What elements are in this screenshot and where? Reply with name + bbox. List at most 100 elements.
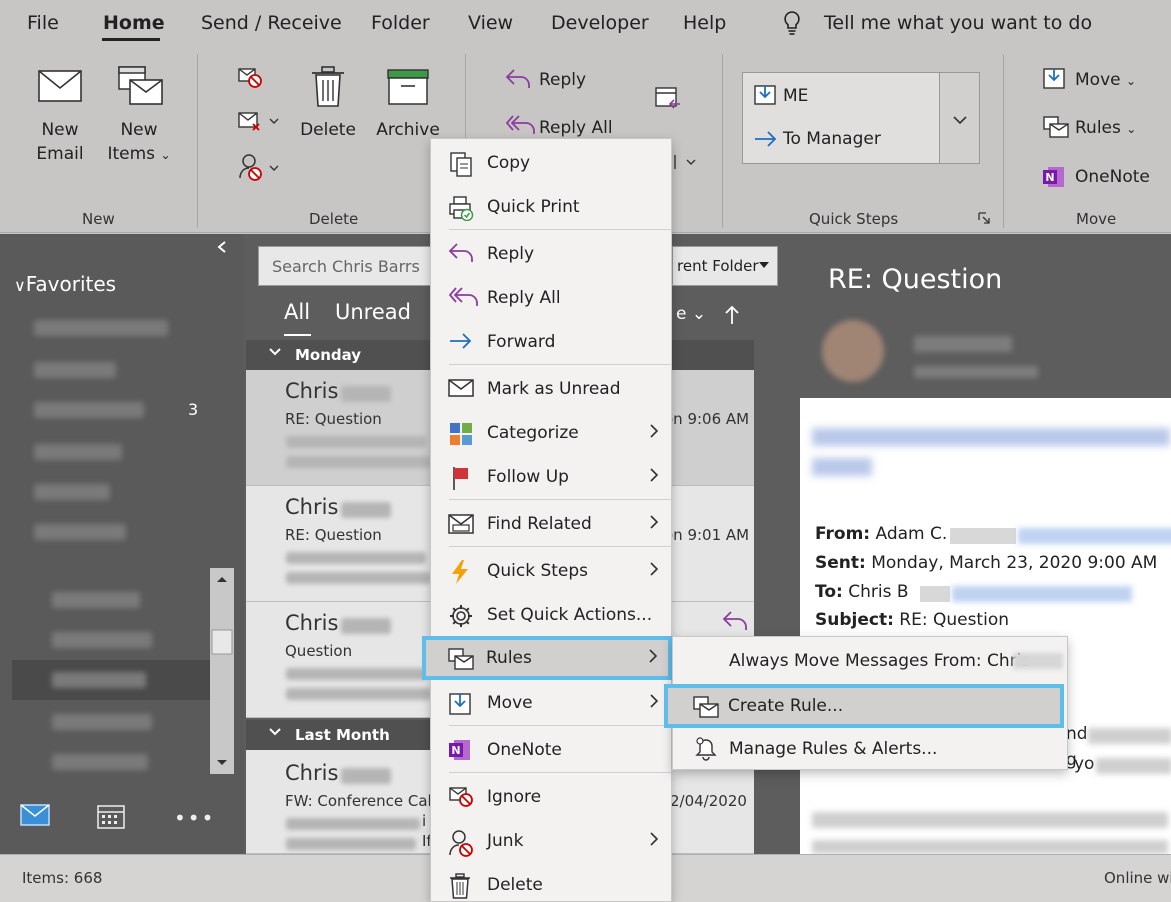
menu-item-categorize[interactable]: Categorize	[431, 411, 671, 455]
tab-help[interactable]: Help	[683, 12, 726, 34]
folder-item[interactable]	[34, 524, 126, 540]
quick-step-to-manager[interactable]: To Manager	[783, 127, 881, 151]
tab-home[interactable]: Home	[103, 12, 165, 34]
menu-item-find-related[interactable]: Find Related	[431, 502, 671, 546]
dialog-launcher-icon[interactable]	[978, 212, 990, 224]
search-placeholder: Search Chris Barrs	[272, 257, 420, 276]
calendar-icon[interactable]	[96, 802, 126, 830]
blurred-text	[286, 818, 420, 830]
message-body: From: Adam C. Sent: Monday, March 23, 20…	[800, 398, 1171, 854]
quick-steps-gallery: ME To Manager	[742, 72, 940, 164]
junk-icon[interactable]	[237, 152, 281, 182]
rules-button[interactable]: Rules ⌄	[1075, 116, 1136, 141]
body-fragment: yo	[1074, 754, 1095, 774]
menu-label: Reply	[487, 244, 535, 264]
trash-icon	[310, 66, 346, 108]
menu-item-quick-steps[interactable]: Quick Steps	[431, 549, 671, 593]
folder-item[interactable]	[52, 754, 148, 770]
menu-item-create-rule[interactable]: Create Rule...	[664, 684, 1064, 728]
menu-item-reply[interactable]: Reply	[431, 232, 671, 276]
menu-item-delete[interactable]: Delete	[431, 863, 671, 902]
folder-scrollbar[interactable]	[210, 568, 234, 774]
chevron-right-icon	[649, 693, 659, 709]
more-respond-icon[interactable]	[672, 152, 698, 172]
blurred-email[interactable]	[952, 586, 1132, 602]
menu-item-quick-print[interactable]: Quick Print	[431, 185, 671, 229]
blurred-text	[286, 688, 431, 700]
mail-icon[interactable]	[20, 804, 50, 826]
folder-item[interactable]	[52, 592, 140, 608]
filter-tab-all[interactable]: All	[284, 300, 310, 324]
message-sender: Chris	[285, 495, 339, 519]
tab-folder[interactable]: Folder	[371, 12, 430, 34]
flag-icon	[448, 465, 474, 491]
rules-label: Rules	[1075, 118, 1121, 138]
menu-label: Manage Rules & Alerts...	[729, 739, 938, 759]
message-time: on 9:06 AM	[664, 410, 750, 428]
onenote-button[interactable]: OneNote	[1075, 165, 1150, 189]
more-apps-icon[interactable]: •••	[174, 806, 215, 830]
lightbulb-icon	[782, 10, 802, 36]
tab-send-receive[interactable]: Send / Receive	[201, 12, 342, 34]
reply-button[interactable]: Reply	[539, 68, 586, 92]
meeting-icon[interactable]	[654, 84, 682, 110]
ribbon-separator	[1003, 54, 1004, 228]
menu-item-reply-all[interactable]: Reply All	[431, 276, 671, 320]
menu-item-manage-rules[interactable]: Manage Rules & Alerts...	[673, 727, 1067, 771]
move-button[interactable]: Move ⌄	[1075, 68, 1136, 93]
new-email-button[interactable]: New Email	[30, 118, 90, 166]
tab-developer[interactable]: Developer	[551, 12, 649, 34]
envelope-icon	[448, 377, 474, 399]
collapse-pane-icon[interactable]	[216, 240, 228, 254]
menu-item-junk[interactable]: Junk	[431, 819, 671, 863]
clean-up-icon[interactable]	[237, 110, 281, 134]
tab-file[interactable]: File	[27, 12, 59, 34]
reply-all-button[interactable]: Reply All	[539, 116, 613, 140]
new-email-icon	[38, 70, 82, 102]
menu-label: Junk	[487, 831, 524, 851]
folder-item[interactable]	[34, 362, 116, 378]
folder-item[interactable]	[52, 632, 152, 648]
avatar[interactable]	[822, 320, 884, 382]
filter-tab-unread[interactable]: Unread	[335, 300, 411, 324]
menu-item-follow-up[interactable]: Follow Up	[431, 455, 671, 499]
delete-button[interactable]: Delete	[298, 118, 358, 142]
sort-dropdown[interactable]: e ⌄	[676, 304, 706, 324]
tell-me-search[interactable]: Tell me what you want to do	[824, 12, 1092, 34]
tab-view[interactable]: View	[468, 12, 513, 34]
folder-item[interactable]	[34, 320, 168, 336]
new-items-button[interactable]: New Items ⌄	[104, 118, 174, 167]
gear-icon	[448, 603, 474, 629]
menu-label: Follow Up	[487, 467, 569, 487]
blurred-email[interactable]	[1018, 528, 1171, 544]
menu-separator	[449, 229, 671, 230]
menu-item-always-move[interactable]: Always Move Messages From: Chris	[673, 639, 1067, 683]
menu-item-ignore[interactable]: Ignore	[431, 775, 671, 819]
quick-steps-expand-button[interactable]	[940, 72, 980, 164]
sort-direction-icon[interactable]	[724, 304, 740, 326]
from-value: Adam C.	[875, 524, 948, 544]
blurred-text	[950, 528, 1016, 544]
menu-item-rules[interactable]: Rules	[422, 636, 672, 680]
folder-item[interactable]	[52, 672, 146, 688]
rules-icon	[447, 646, 475, 672]
folder-item[interactable]	[34, 402, 144, 418]
ignore-icon[interactable]	[237, 66, 265, 90]
menu-item-onenote[interactable]: N OneNote	[431, 728, 671, 772]
quick-step-me[interactable]: ME	[783, 84, 808, 108]
folder-item[interactable]	[52, 714, 152, 730]
folder-item[interactable]	[34, 444, 122, 460]
menu-item-forward[interactable]: Forward	[431, 320, 671, 364]
search-scope-dropdown[interactable]: rent Folder	[672, 246, 778, 286]
new-items-label-2: Items	[107, 144, 156, 164]
message-subject: FW: Conference Calli	[285, 792, 441, 810]
bell-gear-icon	[693, 735, 719, 761]
blurred-recipient	[914, 366, 1038, 378]
menu-item-copy[interactable]: Copy	[431, 141, 671, 185]
favorites-header[interactable]: ∨Favorites	[14, 272, 116, 296]
folder-item[interactable]	[34, 484, 110, 500]
menu-item-set-quick-actions[interactable]: Set Quick Actions...	[431, 593, 671, 637]
search-input[interactable]: Search Chris Barrs	[258, 246, 454, 286]
menu-item-mark-unread[interactable]: Mark as Unread	[431, 367, 671, 411]
menu-item-move[interactable]: Move	[431, 681, 671, 725]
